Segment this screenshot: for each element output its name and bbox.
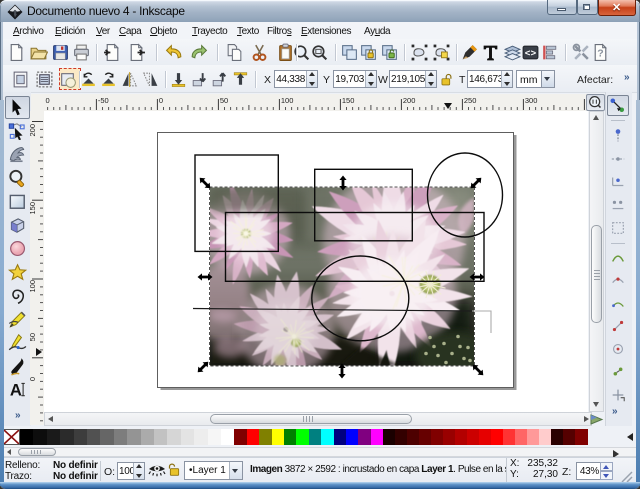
svg-text:?: ? [597,48,603,60]
svg-text:150: 150 [342,96,355,105]
svg-text:0: 0 [30,377,37,381]
svg-text:A: A [10,381,22,399]
svg-text:250: 250 [464,96,477,105]
svg-text:50: 50 [30,333,37,341]
svg-text:<>: <> [525,48,537,59]
svg-text:-50: -50 [98,96,109,105]
svg-text:200: 200 [30,124,37,137]
svg-text:50: 50 [220,96,228,105]
svg-text:150: 150 [30,202,37,215]
svg-text:300: 300 [525,96,538,105]
svg-text:200: 200 [403,96,416,105]
svg-text:0: 0 [159,96,163,105]
svg-text:100: 100 [30,280,37,293]
svg-text:100: 100 [281,96,294,105]
svg-text:0: 0 [46,96,50,105]
